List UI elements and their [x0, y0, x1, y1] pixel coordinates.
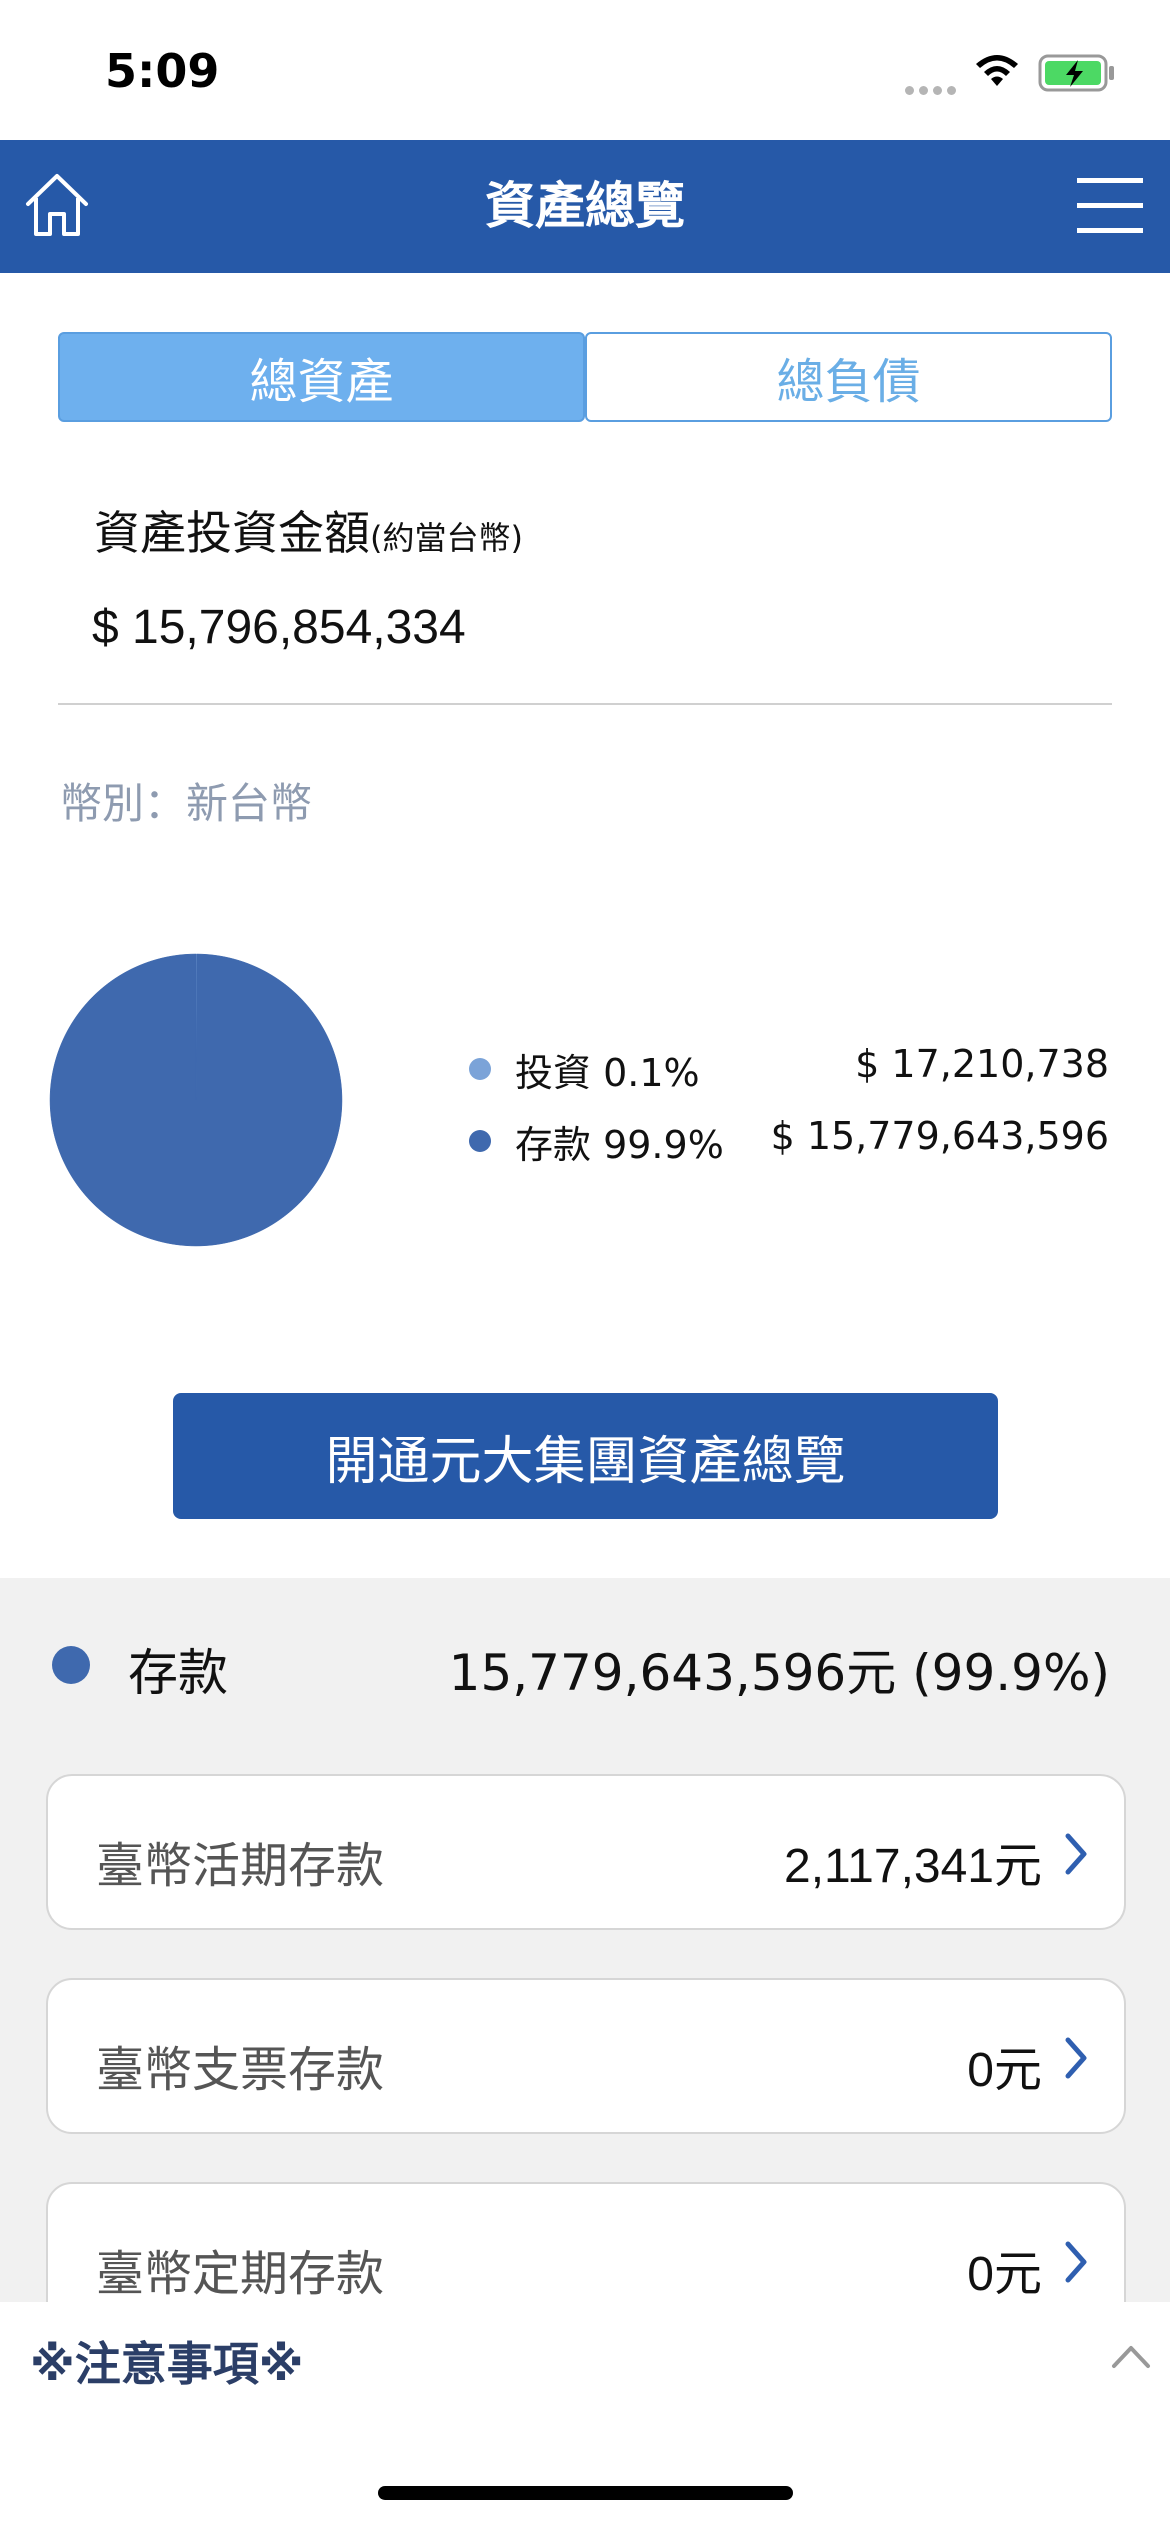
asset-amount-label-text: 資產投資金額 — [94, 506, 370, 560]
menu-icon[interactable] — [1077, 176, 1143, 236]
page-title: 資產總覽 — [485, 177, 685, 235]
legend-value-investment: $ 17,210,738 — [855, 1042, 1109, 1086]
cellular-signal-icon — [905, 80, 961, 99]
chart-legend: 投資 0.1% $ 17,210,738 存款 99.9% $ 15,779,6… — [465, 1030, 1115, 1174]
legend-dot-deposit — [469, 1130, 491, 1152]
legend-dot-investment — [469, 1058, 491, 1080]
tab-total-assets[interactable]: 總資產 — [58, 332, 585, 422]
asset-liability-tabs: 總資產 總負債 — [58, 332, 1112, 422]
chevron-right-icon — [1065, 2241, 1087, 2283]
account-name: 臺幣支票存款 — [96, 2042, 385, 2098]
account-card-ntd-checking[interactable]: 臺幣支票存款 0元 — [46, 1978, 1126, 2134]
account-value: 2,117,341元 — [784, 1840, 1042, 1893]
deposit-label: 存款 — [128, 1644, 228, 1702]
wifi-icon — [976, 55, 1018, 86]
legend-item-deposit: 存款 99.9% $ 15,779,643,596 — [465, 1102, 1115, 1174]
tab-total-liabilities[interactable]: 總負債 — [585, 332, 1112, 422]
asset-amount-label-note: (約當台幣) — [370, 519, 523, 557]
deposit-dot — [52, 1646, 90, 1684]
home-icon[interactable] — [20, 168, 94, 242]
account-value: 0元 — [967, 2248, 1042, 2301]
asset-amount-value: $ 15,796,854,334 — [92, 601, 466, 654]
asset-pie-chart — [49, 953, 343, 1247]
chevron-right-icon — [1065, 1833, 1087, 1875]
account-card-ntd-demand[interactable]: 臺幣活期存款 2,117,341元 — [46, 1774, 1126, 1930]
notes-title[interactable]: ※注意事項※ — [30, 2328, 303, 2394]
deposit-section: 存款 15,779,643,596元 (99.9%) 臺幣活期存款 2,117,… — [0, 1578, 1170, 2338]
account-name: 臺幣活期存款 — [96, 1838, 385, 1894]
status-bar: 5:09 — [0, 0, 1170, 140]
account-name: 臺幣定期存款 — [96, 2246, 385, 2302]
deposit-total: 15,779,643,596元 (99.9%) — [448, 1644, 1110, 1702]
legend-item-investment: 投資 0.1% $ 17,210,738 — [465, 1030, 1115, 1102]
account-value: 0元 — [967, 2044, 1042, 2097]
legend-value-deposit: $ 15,779,643,596 — [770, 1114, 1109, 1158]
currency-label: 幣別：新台幣 — [60, 779, 313, 828]
legend-label-deposit: 存款 99.9% — [515, 1123, 724, 1167]
battery-charging-icon — [1038, 54, 1114, 92]
divider — [58, 703, 1112, 705]
nav-bar: 資產總覽 — [0, 140, 1170, 273]
legend-label-investment: 投資 0.1% — [515, 1051, 700, 1095]
status-time: 5:09 — [105, 44, 220, 98]
home-indicator — [378, 2486, 793, 2500]
open-group-asset-overview-button[interactable]: 開通元大集團資產總覽 — [173, 1393, 998, 1519]
asset-amount-label: 資產投資金額(約當台幣) — [94, 497, 523, 563]
chevron-up-icon[interactable] — [1110, 2342, 1152, 2370]
pie-slice-1 — [49, 953, 343, 1247]
chevron-right-icon — [1065, 2037, 1087, 2079]
